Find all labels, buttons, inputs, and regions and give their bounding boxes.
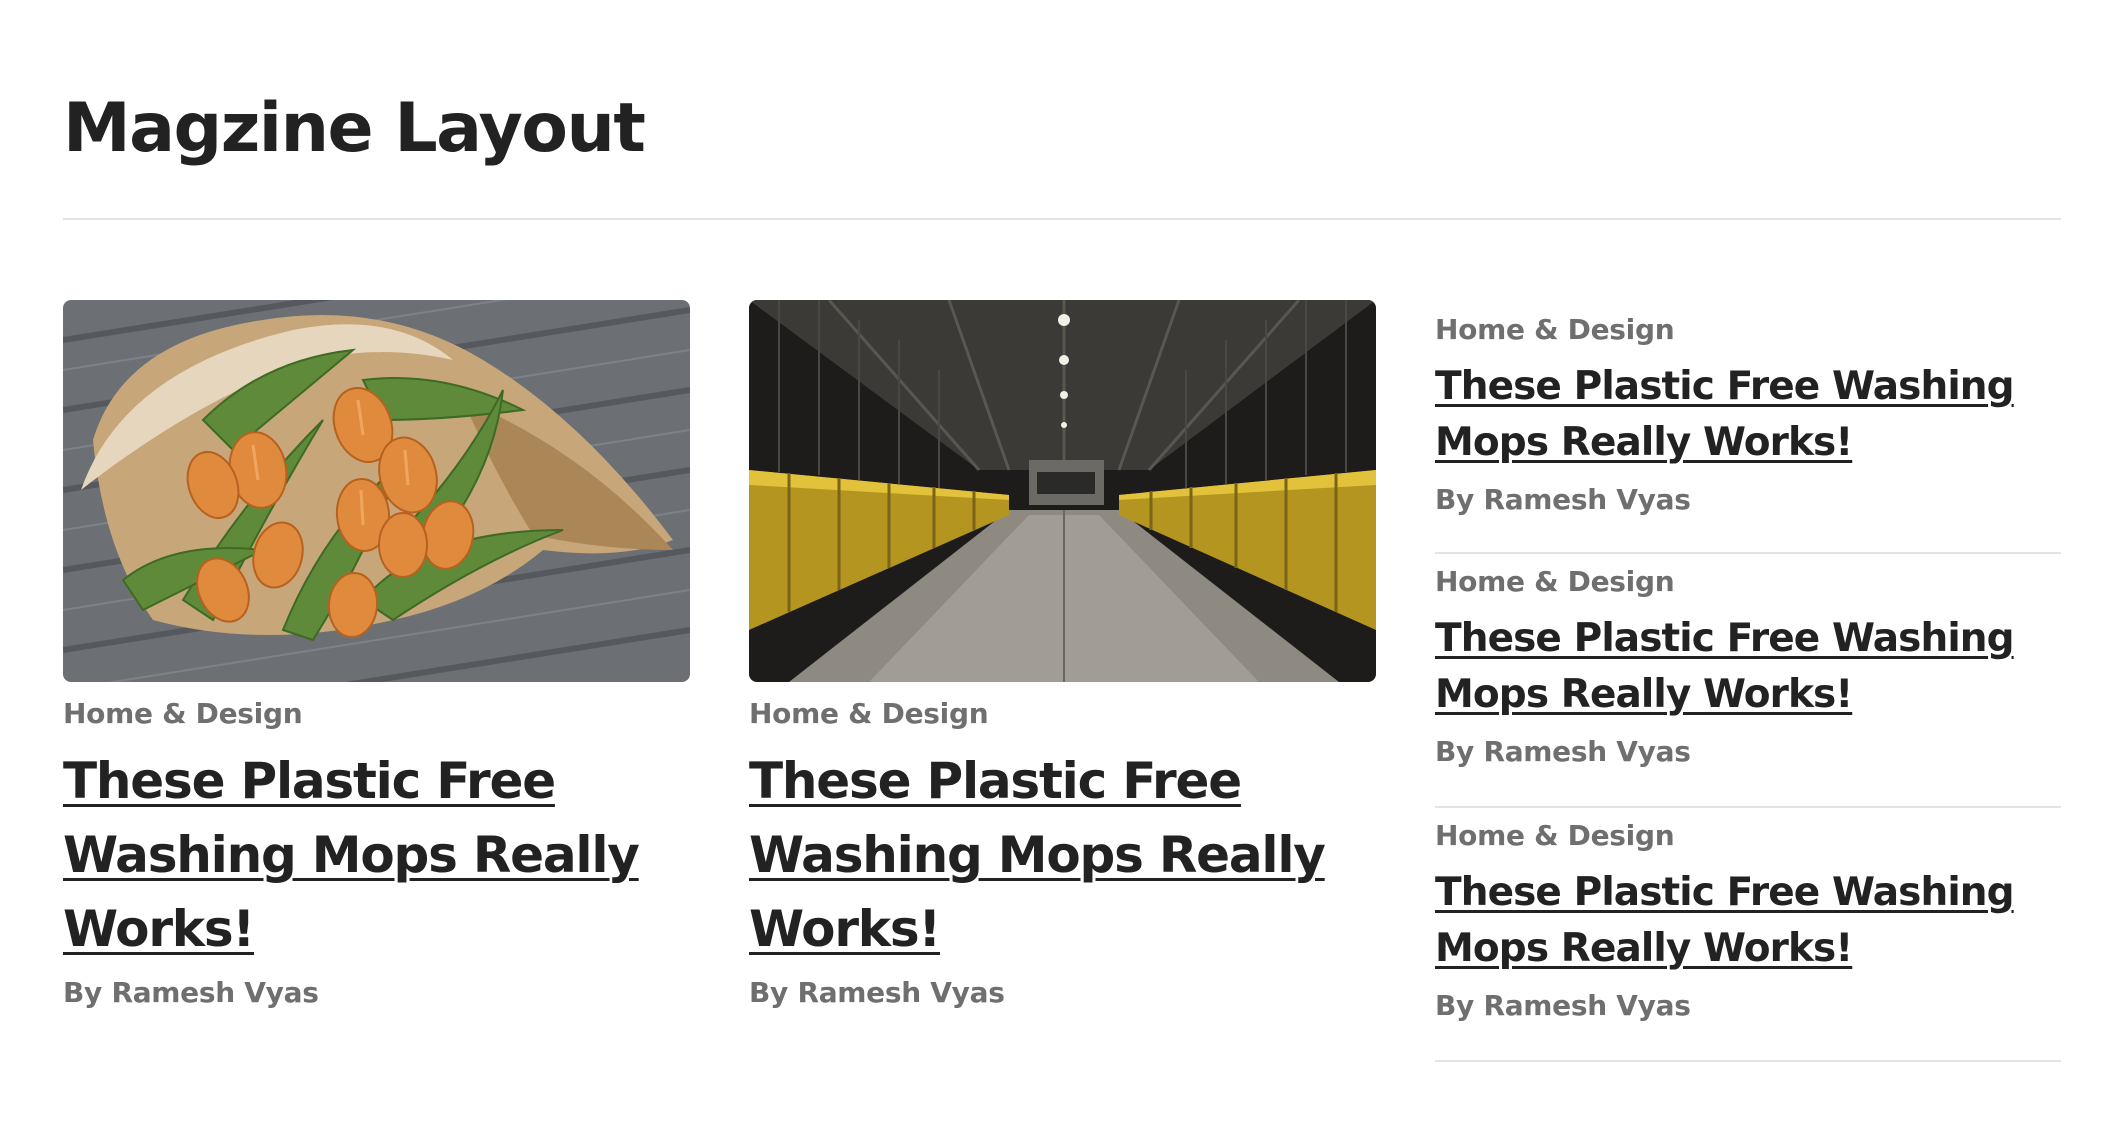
featured-article-card: Home & Design These Plastic Free Washing… [749, 300, 1376, 1010]
list-item: Home & Design These Plastic Free Washing… [1435, 808, 2061, 1062]
side-article-list: Home & Design These Plastic Free Washing… [1435, 300, 2061, 1062]
page-title: Magzine Layout [63, 89, 646, 168]
article-category[interactable]: Home & Design [1435, 565, 2061, 599]
article-author: By Ramesh Vyas [1435, 735, 1691, 768]
article-author: By Ramesh Vyas [63, 976, 319, 1009]
article-category[interactable]: Home & Design [63, 697, 690, 731]
list-item: Home & Design These Plastic Free Washing… [1435, 554, 2061, 808]
header-divider [63, 218, 2061, 220]
tulips-bouquet-image[interactable] [63, 300, 690, 682]
featured-article-card: Home & Design These Plastic Free Washing… [63, 300, 690, 1010]
article-author: By Ramesh Vyas [1435, 989, 1691, 1022]
article-headline-link[interactable]: These Plastic Free Washing Mops Really W… [1435, 359, 2035, 471]
article-category[interactable]: Home & Design [1435, 313, 2061, 347]
article-author: By Ramesh Vyas [1435, 483, 1691, 516]
list-item: Home & Design These Plastic Free Washing… [1435, 300, 2061, 554]
article-category[interactable]: Home & Design [749, 697, 1376, 731]
article-headline-link[interactable]: These Plastic Free Washing Mops Really W… [1435, 865, 2035, 977]
yellow-walkway-bridge-image[interactable] [749, 300, 1376, 682]
article-headline-link[interactable]: These Plastic Free Washing Mops Really W… [749, 744, 1369, 966]
article-author: By Ramesh Vyas [749, 976, 1005, 1009]
article-category[interactable]: Home & Design [1435, 819, 2061, 853]
magazine-page: Magzine Layout Home & Design These Plast… [0, 0, 2124, 1147]
article-headline-link[interactable]: These Plastic Free Washing Mops Really W… [63, 744, 683, 966]
article-headline-link[interactable]: These Plastic Free Washing Mops Really W… [1435, 611, 2035, 723]
